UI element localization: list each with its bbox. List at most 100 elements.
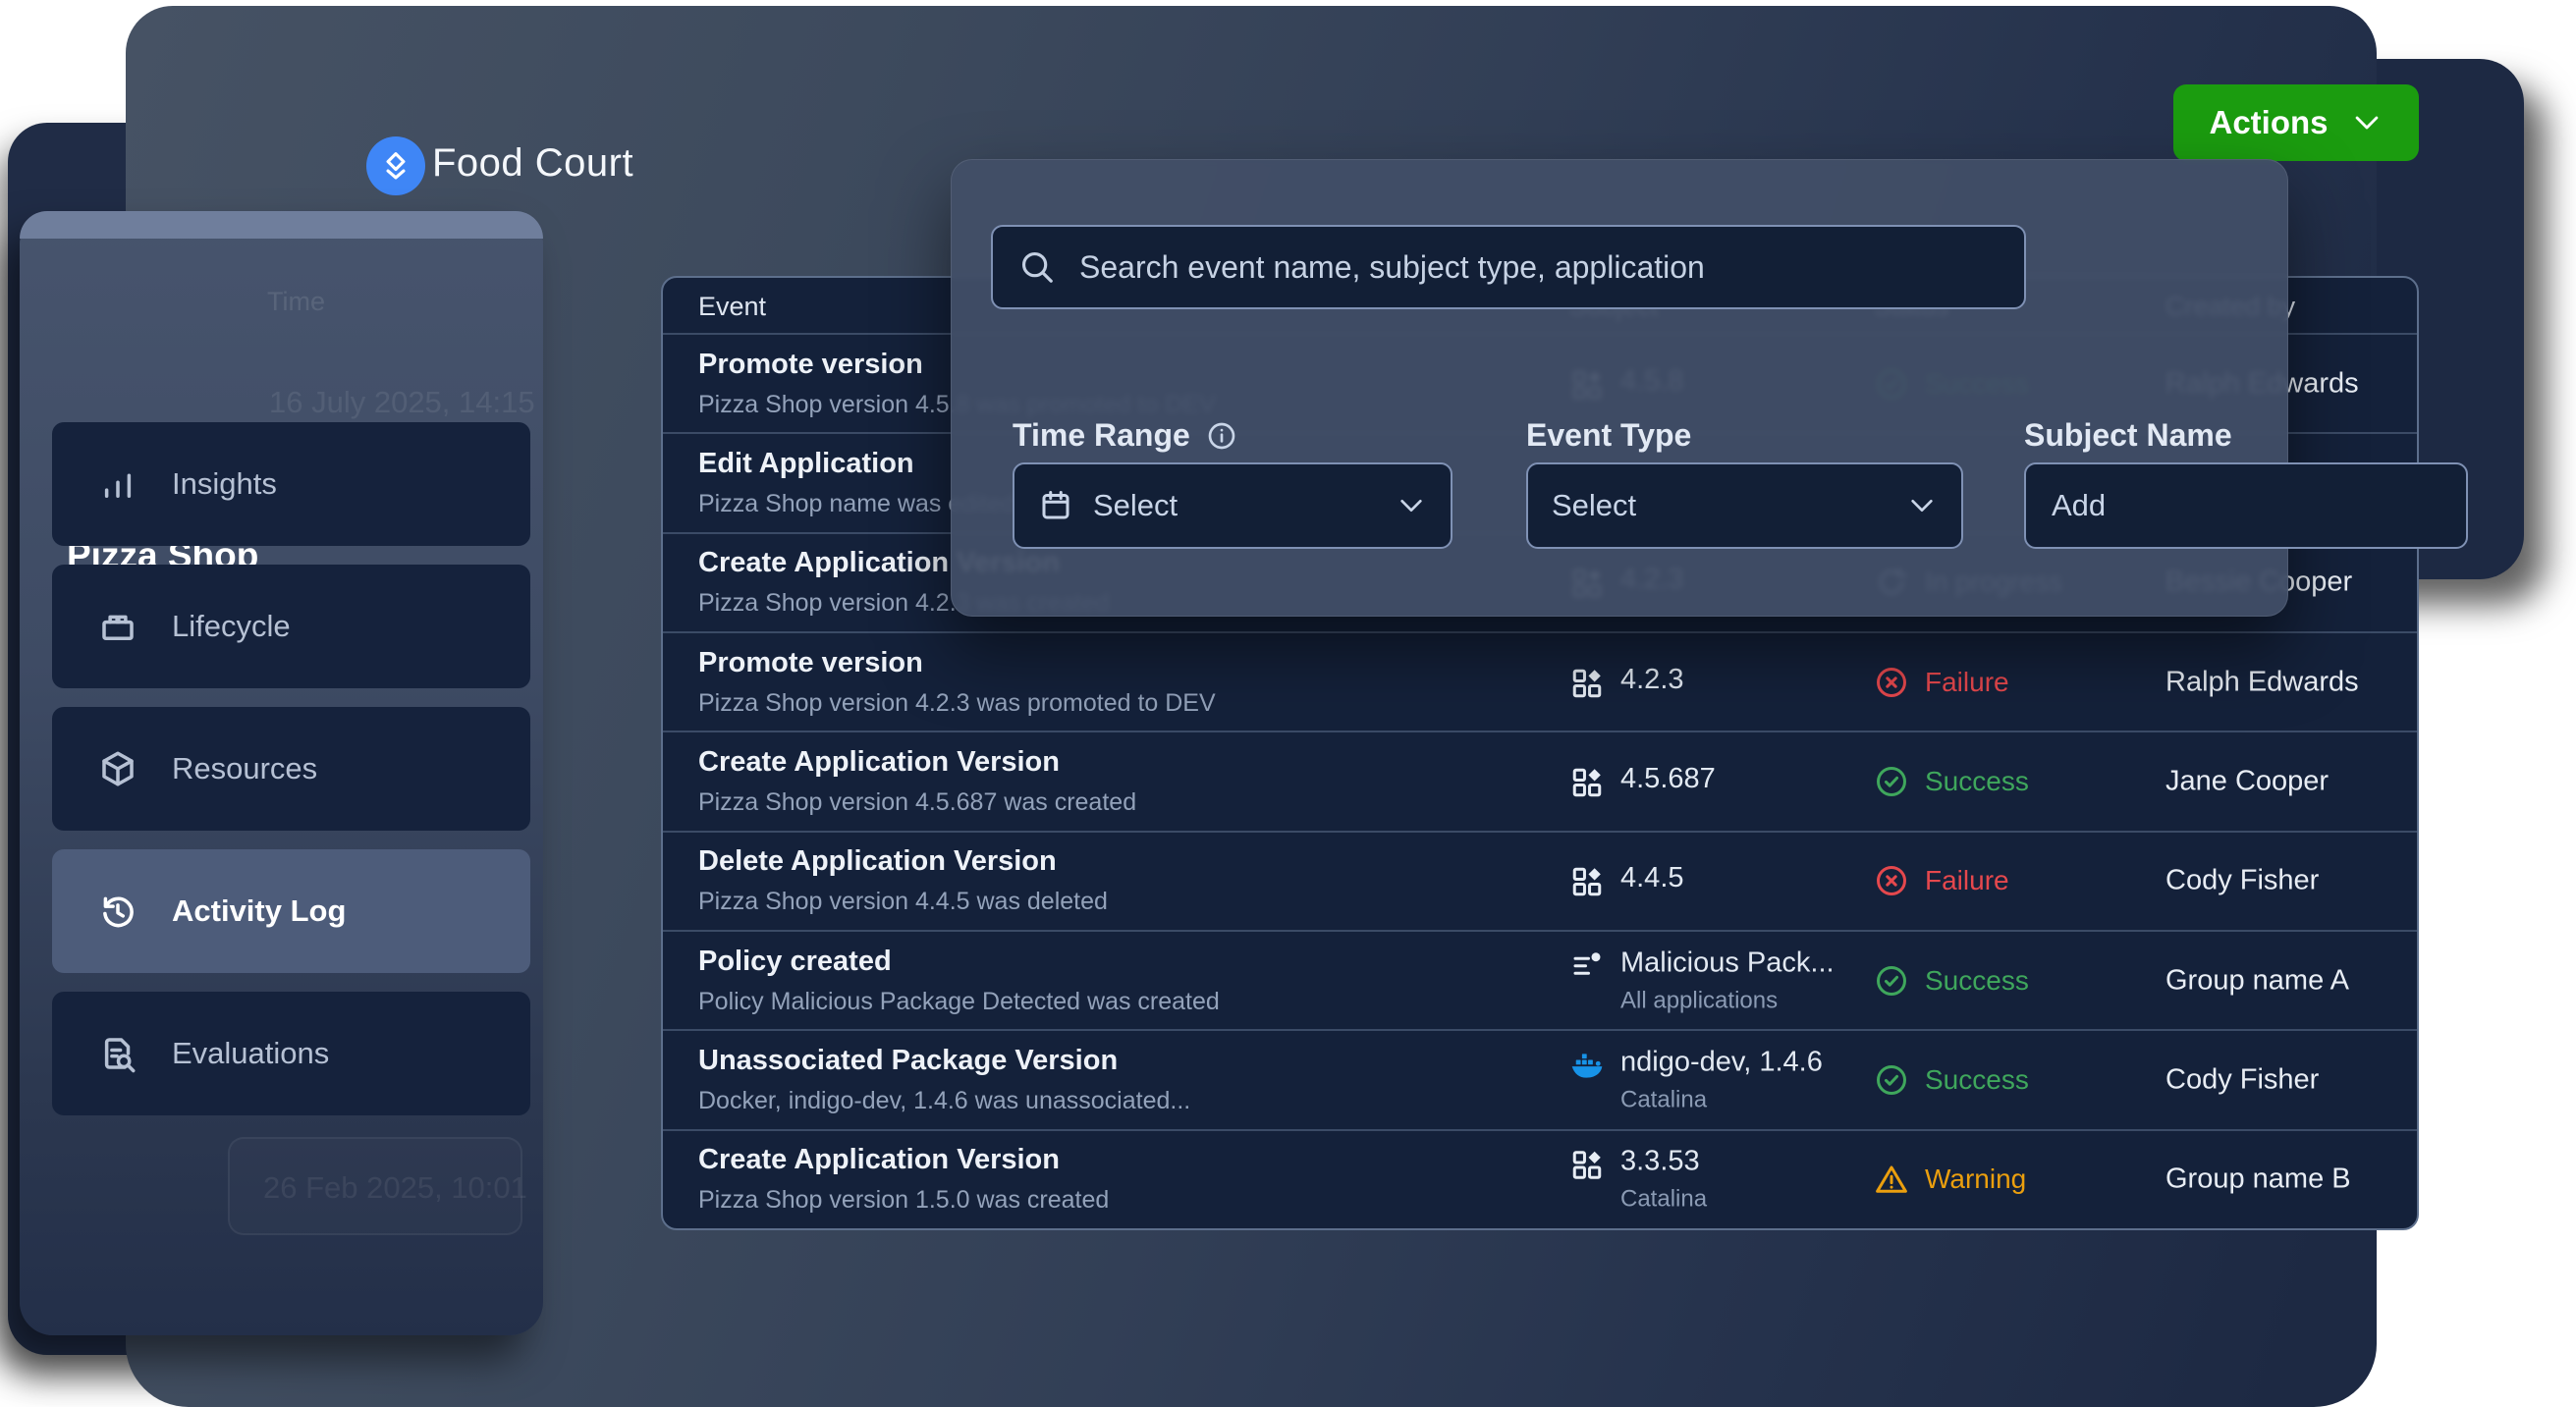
created-by-cell: Cody Fisher	[2165, 1063, 2319, 1096]
subject-name-label: Subject Name	[2024, 417, 2232, 454]
app-logo	[366, 136, 425, 195]
subject-cell: 3.3.53 Catalina	[1569, 1146, 1707, 1214]
screenshot-canvas: Food Court Actions Event Subject Status …	[0, 0, 2576, 1407]
event-cell: Policy createdPolicy Malicious Package D…	[698, 946, 1220, 1016]
subject-cell: ndigo-dev, 1.4.6Catalina	[1569, 1046, 1823, 1113]
subject-text: 3.3.53	[1620, 1146, 1707, 1178]
status-success-icon	[1874, 764, 1909, 799]
table-row[interactable]: Unassociated Package Version Docker, indi…	[663, 1031, 2417, 1130]
ghost-time-column-label: Time	[267, 287, 325, 317]
event-title: Create Application Version	[698, 746, 1136, 779]
table-row[interactable]: Promote versionPizza Shop version 4.2.3 …	[663, 633, 2417, 732]
status-label: Failure	[1925, 667, 2009, 698]
subject-cell: Malicious Pack...All applications	[1569, 947, 1835, 1014]
subject-text: ndigo-dev, 1.4.6	[1620, 1046, 1823, 1078]
bar-chart-icon	[97, 463, 138, 505]
subject-text: 4.4.5	[1620, 862, 1684, 894]
subject-name-field	[2024, 462, 2468, 549]
sidebar-item-lifecycle[interactable]: Lifecycle	[52, 565, 530, 688]
version-icon	[1569, 864, 1605, 899]
event-description: Pizza Shop version 4.5.687 was created	[698, 788, 1136, 817]
sidebar-item-insights[interactable]: Insights	[52, 422, 530, 546]
subject-text: 4.5.687	[1620, 763, 1716, 795]
sidebar-top-band	[20, 211, 543, 239]
status-success-icon	[1874, 963, 1909, 999]
event-description: Docker, indigo-dev, 1.4.6 was unassociat…	[698, 1087, 1190, 1115]
status-cell: Warning	[1874, 1162, 2026, 1197]
event-cell: Create Application Version Pizza Shop ver…	[698, 1144, 1109, 1215]
event-cell: Create Application Version Pizza Shop ver…	[698, 746, 1136, 817]
time-range-label-text: Time Range	[1013, 417, 1190, 454]
version-icon	[1569, 666, 1605, 701]
filter-overlay-panel: Time Range Event Type Subject Name Selec…	[951, 159, 2288, 617]
event-type-select-value: Select	[1552, 488, 1887, 523]
status-label: Failure	[1925, 865, 2009, 896]
search-icon	[1018, 248, 1056, 286]
created-by-cell: Group name A	[2165, 964, 2349, 997]
time-range-select-value: Select	[1093, 488, 1376, 523]
subject-text: 4.2.3	[1620, 664, 1684, 696]
version-icon	[1569, 765, 1605, 800]
event-cell: Promote versionPizza Shop version 4.2.3 …	[698, 647, 1216, 718]
event-description: Policy Malicious Package Detected was cr…	[698, 988, 1220, 1016]
table-row[interactable]: Delete Application Version Pizza Shop ver…	[663, 833, 2417, 932]
layers-icon	[377, 147, 414, 185]
time-range-select[interactable]: Select	[1013, 462, 1452, 549]
search-input[interactable]	[1077, 248, 1999, 287]
brick-icon	[97, 606, 138, 647]
status-cell: Success	[1874, 963, 2029, 999]
package-icon	[97, 748, 138, 789]
sidebar-item-label: Activity Log	[172, 893, 346, 929]
event-description: Pizza Shop version 4.4.5 was deleted	[698, 888, 1108, 916]
calendar-icon	[1038, 488, 1073, 523]
event-description: Pizza Shop version 4.2.3 was promoted to…	[698, 689, 1216, 718]
subject-subtext: All applications	[1620, 987, 1835, 1014]
info-icon[interactable]	[1206, 420, 1237, 452]
event-description: Pizza Shop version 1.5.0 was created	[698, 1186, 1109, 1215]
created-by-cell: Group name B	[2165, 1163, 2351, 1196]
subject-name-input[interactable]	[2050, 487, 2442, 524]
subject-name-label-text: Subject Name	[2024, 417, 2232, 454]
table-row[interactable]: Policy createdPolicy Malicious Package D…	[663, 932, 2417, 1031]
docker-icon	[1569, 1048, 1605, 1083]
table-row[interactable]: Create Application Version Pizza Shop ver…	[663, 1131, 2417, 1228]
chevron-down-icon	[1906, 490, 1938, 521]
sidebar-item-resources[interactable]: Resources	[52, 707, 530, 831]
created-by-cell: Jane Cooper	[2165, 765, 2329, 797]
status-label: Warning	[1925, 1163, 2026, 1195]
event-type-select[interactable]: Select	[1526, 462, 1963, 549]
app-title: Food Court	[432, 141, 633, 186]
status-warning-icon	[1874, 1162, 1909, 1197]
table-row[interactable]: Create Application Version Pizza Shop ver…	[663, 732, 2417, 832]
status-success-icon	[1874, 1062, 1909, 1098]
actions-button[interactable]: Actions	[2173, 84, 2419, 161]
ghost-timestamp-card	[228, 1137, 522, 1235]
search-box	[991, 225, 2026, 309]
status-failure-icon	[1874, 665, 1909, 700]
status-label: Success	[1925, 965, 2029, 997]
status-cell: Failure	[1874, 665, 2009, 700]
sidebar-item-label: Insights	[172, 466, 277, 502]
sidebar-item-label: Resources	[172, 751, 317, 786]
status-cell: Success	[1874, 764, 2029, 799]
event-title: Delete Application Version	[698, 845, 1108, 878]
sidebar-item-label: Lifecycle	[172, 609, 291, 644]
event-title: Create Application Version	[698, 1144, 1109, 1176]
policy-icon	[1569, 948, 1605, 984]
history-icon	[97, 891, 138, 932]
sidebar-item-activity-log[interactable]: Activity Log	[52, 849, 530, 973]
status-label: Success	[1925, 766, 2029, 797]
subject-cell: 4.2.3	[1569, 664, 1684, 701]
subject-subtext: Catalina	[1620, 1186, 1707, 1214]
time-range-label: Time Range	[1013, 417, 1237, 454]
version-icon	[1569, 1148, 1605, 1183]
sidebar: Application Name Pizza Shop InsightsLife…	[20, 211, 543, 1335]
column-header-event: Event	[698, 292, 766, 322]
sidebar-item-evaluations[interactable]: Evaluations	[52, 992, 530, 1115]
status-cell: Success	[1874, 1062, 2029, 1098]
event-type-label: Event Type	[1526, 417, 1691, 454]
chevron-down-icon	[1396, 490, 1427, 521]
created-by-cell: Ralph Edwards	[2165, 666, 2359, 698]
event-title: Unassociated Package Version	[698, 1045, 1190, 1077]
sidebar-item-label: Evaluations	[172, 1036, 329, 1071]
